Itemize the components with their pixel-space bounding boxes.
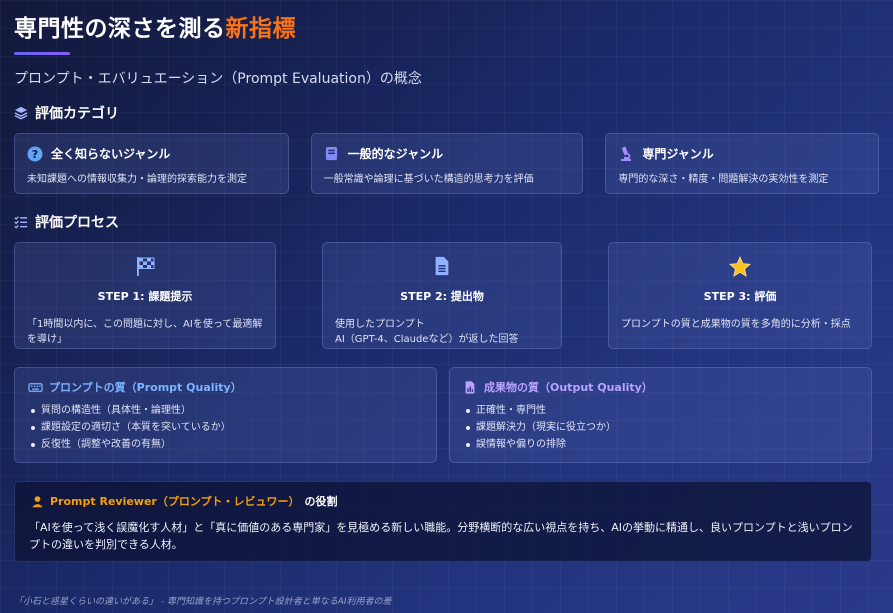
category-card-unknown: ? 全く知らないジャンル 未知課題への情報収集力・論理的探索能力を測定: [14, 133, 289, 194]
list-item: 反復性（調整や改善の有無）: [27, 436, 424, 453]
output-quality-list: 正確性・専門性 課題解決力（現実に役立つか） 誤情報や偏りの排除: [462, 402, 859, 453]
page: 専門性の深さを測る新指標 プロンプト・エバリュエーション（Prompt Eval…: [0, 0, 893, 613]
question-circle-icon: ?: [27, 146, 43, 162]
step-body: 「1時間以内に、この問題に対し、AIを使って最適解を導け」: [27, 319, 263, 345]
output-quality-title: 成果物の質（Output Quality）: [484, 381, 653, 394]
reviewer-description: 「AIを使って浅く誤魔化す人材」と「真に価値のある専門家」を見極める新しい職能。…: [29, 521, 853, 551]
title-underline: [14, 52, 70, 55]
microscope-icon: [618, 146, 634, 162]
categories-heading-label: 評価カテゴリ: [35, 106, 119, 122]
reviewer-title-suffix: の役割: [304, 495, 338, 508]
process-heading-label: 評価プロセス: [35, 215, 119, 231]
category-title: 全く知らないジャンル: [51, 147, 171, 161]
category-desc: 一般常識や論理に基づいた構造的思考力を評価: [323, 174, 534, 185]
user-icon: [29, 493, 45, 509]
reviewer-title: Prompt Reviewer（プロンプト・レビュワー）: [50, 495, 300, 508]
page-title: 専門性の深さを測る新指標: [14, 14, 879, 48]
step-title: STEP 2: 提出物: [400, 290, 484, 303]
svg-text:?: ?: [32, 148, 38, 161]
categories-heading: 評価カテゴリ: [14, 103, 879, 123]
quality-cards: プロンプトの質（Prompt Quality） 質問の構造性（具体性・論理性） …: [14, 367, 879, 463]
footer-quote: 「小石と惑星くらいの違いがある」 - 専門知識を持つプロンプト設計者と単なるAI…: [14, 597, 392, 607]
step-card-2: STEP 2: 提出物 使用したプロンプト AI（GPT-4、Claudeなど）…: [322, 242, 562, 349]
step-card-1: STEP 1: 課題提示 「1時間以内に、この問題に対し、AIを使って最適解を導…: [14, 242, 276, 349]
category-card-general: 一般的なジャンル 一般常識や論理に基づいた構造的思考力を評価: [310, 133, 584, 194]
checkered-flag-icon: [27, 255, 263, 279]
checklist-icon: [14, 216, 28, 229]
document-icon: [335, 255, 549, 279]
step-body-line: AI（GPT-4、Claudeなど）が返した回答: [335, 334, 519, 345]
category-desc: 専門的な深さ・精度・問題解決の実効性を測定: [618, 174, 829, 185]
reviewer-panel: Prompt Reviewer（プロンプト・レビュワー） の役割 「AIを使って…: [14, 481, 872, 562]
category-card-expert: 専門ジャンル 専門的な深さ・精度・問題解決の実効性を測定: [605, 133, 880, 194]
list-item: 正確性・専門性: [462, 402, 859, 419]
category-cards: ? 全く知らないジャンル 未知課題への情報収集力・論理的探索能力を測定 一般的な…: [14, 133, 880, 194]
step-card-3: STEP 3: 評価 プロンプトの質と成果物の質を多角的に分析・採点: [608, 242, 872, 349]
layers-icon: [14, 106, 28, 120]
prompt-quality-list: 質問の構造性（具体性・論理性） 課題設定の適切さ（本質を突いているか） 反復性（…: [27, 402, 424, 453]
step-body-line: 使用したプロンプト: [335, 319, 425, 330]
title-main: 専門性の深さを測る: [14, 16, 226, 42]
category-title: 専門ジャンル: [642, 147, 714, 161]
keyboard-icon: [27, 379, 43, 395]
star-icon: [621, 255, 859, 279]
step-body: プロンプトの質と成果物の質を多角的に分析・採点: [621, 319, 851, 330]
page-subtitle: プロンプト・エバリュエーション（Prompt Evaluation）の概念: [14, 71, 422, 87]
process-steps: STEP 1: 課題提示 「1時間以内に、この問題に対し、AIを使って最適解を導…: [14, 242, 879, 349]
prompt-quality-card: プロンプトの質（Prompt Quality） 質問の構造性（具体性・論理性） …: [14, 367, 437, 463]
process-heading: 評価プロセス: [14, 212, 879, 232]
book-icon: [324, 146, 340, 162]
file-chart-icon: [462, 379, 478, 395]
step-title: STEP 3: 評価: [703, 290, 777, 303]
category-desc: 未知課題への情報収集力・論理的探索能力を測定: [27, 174, 247, 185]
title-accent: 新指標: [225, 16, 296, 42]
list-item: 課題設定の適切さ（本質を突いているか）: [27, 419, 424, 436]
step-body: 使用したプロンプト AI（GPT-4、Claudeなど）が返した回答: [335, 317, 549, 347]
prompt-quality-title: プロンプトの質（Prompt Quality）: [49, 381, 242, 394]
list-item: 誤情報や偏りの排除: [462, 436, 859, 453]
category-title: 一般的なジャンル: [347, 147, 444, 161]
output-quality-card: 成果物の質（Output Quality） 正確性・専門性 課題解決力（現実に役…: [449, 367, 872, 463]
list-item: 質問の構造性（具体性・論理性）: [27, 402, 424, 419]
list-item: 課題解決力（現実に役立つか）: [462, 419, 859, 436]
step-title: STEP 1: 課題提示: [97, 290, 193, 303]
